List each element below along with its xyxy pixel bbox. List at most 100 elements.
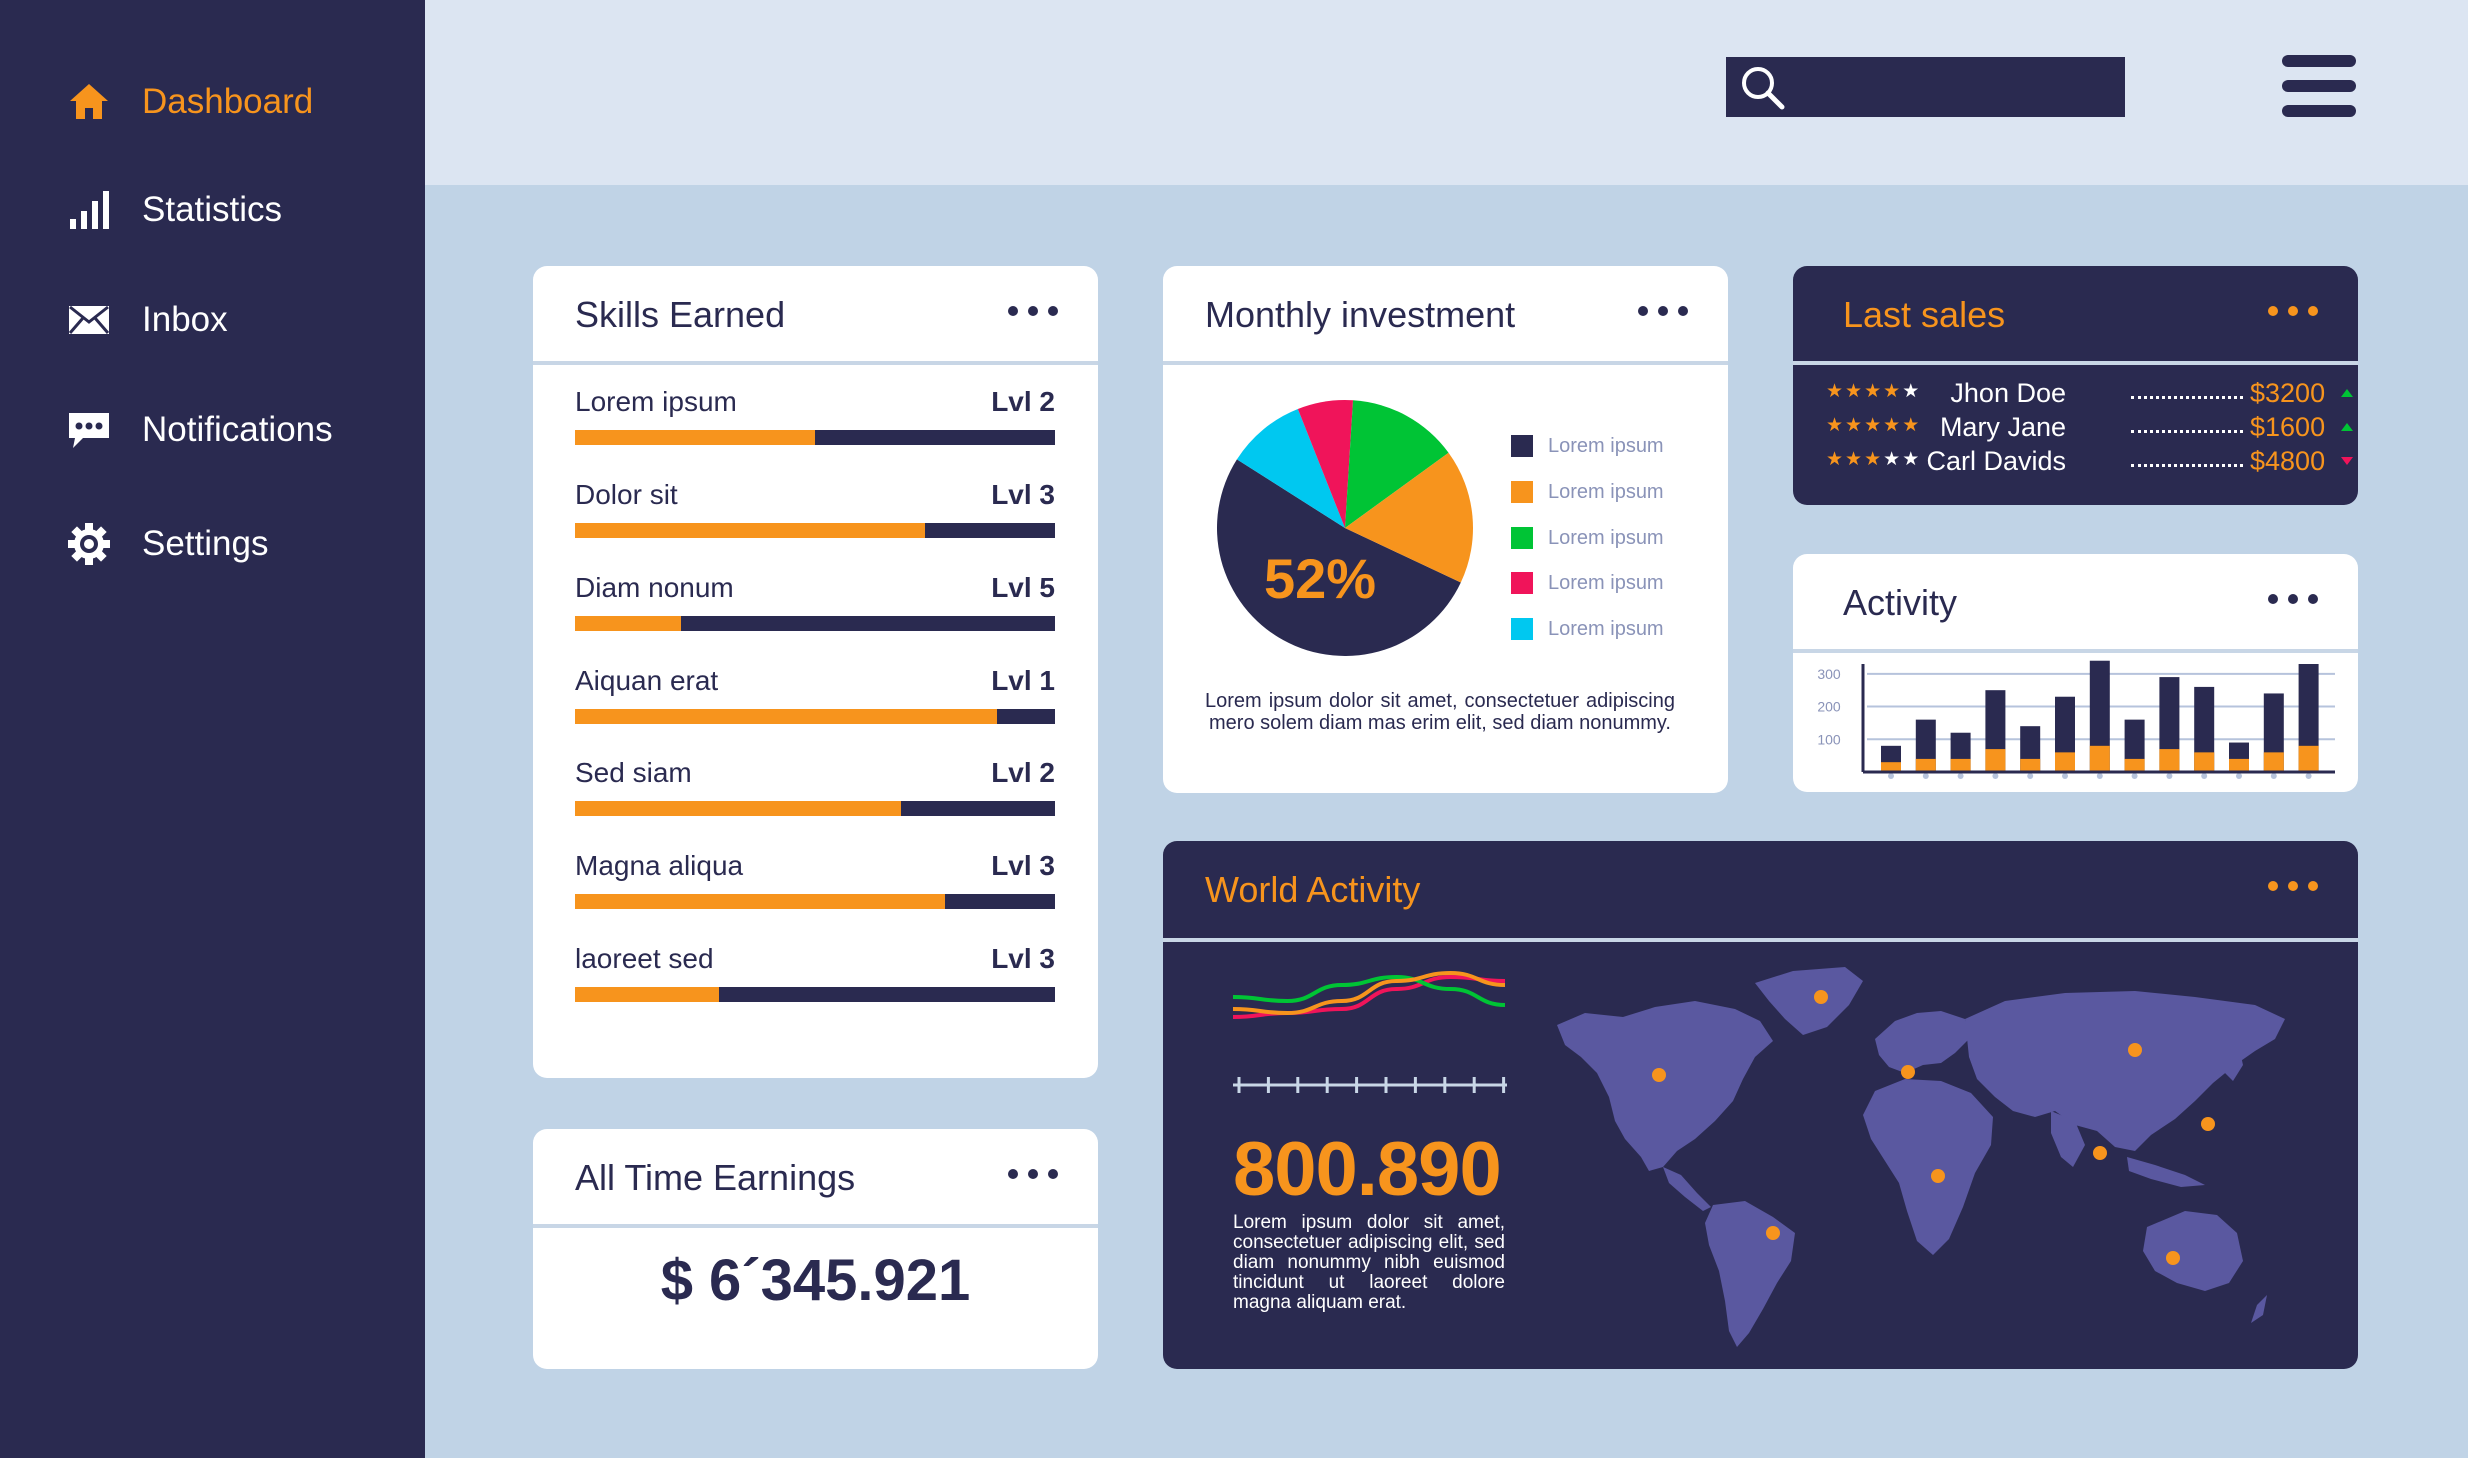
skill-name: Dolor sit <box>575 479 678 510</box>
hamburger-menu-icon[interactable] <box>2280 53 2358 119</box>
skill-progress-bar <box>575 616 1055 631</box>
legend-swatch <box>1511 481 1533 503</box>
chat-bubble-icon <box>66 407 112 453</box>
sidebar-item-label: Settings <box>142 524 269 563</box>
sale-amount: $1600 <box>2250 412 2326 442</box>
skill-name: Aiquan erat <box>575 665 719 696</box>
x-tick-mark <box>2305 773 2312 779</box>
card-title: Monthly investment <box>1205 294 1516 335</box>
earnings-card: All Time Earnings $ 6´345.921 <box>533 1129 1098 1369</box>
x-tick-mark <box>2201 773 2208 779</box>
y-tick-label: 300 <box>1817 666 1841 682</box>
activity-bar <box>2229 758 2249 772</box>
skill-name: Sed siam <box>575 757 692 788</box>
legend-swatch <box>1511 618 1533 640</box>
search-input[interactable] <box>1788 67 2125 107</box>
map-marker <box>2166 1251 2180 1265</box>
envelope-icon <box>66 297 112 343</box>
dotted-leader <box>2131 464 2243 467</box>
sidebar-item-label: Dashboard <box>142 82 314 121</box>
map-marker <box>2128 1043 2142 1057</box>
legend-label: Lorem ipsum <box>1548 571 1664 594</box>
skill-level: Lvl 3 <box>991 943 1055 974</box>
sidebar-item-settings[interactable]: Settings <box>66 514 268 574</box>
skill-level: Lvl 2 <box>991 757 1055 788</box>
sidebar-item-notifications[interactable]: Notifications <box>66 400 333 460</box>
skill-row: Diam nonum Lvl 5 <box>575 572 1055 632</box>
map-marker <box>1901 1065 1915 1079</box>
more-options-icon[interactable] <box>1008 296 1058 326</box>
map-marker <box>1766 1226 1780 1240</box>
search-icon[interactable] <box>1736 61 1788 113</box>
sidebar: Dashboard Statistics Inbox Notifications <box>0 0 425 1458</box>
sale-customer: Carl Davids <box>1926 446 2066 476</box>
legend-swatch <box>1511 572 1533 594</box>
sidebar-item-label: Inbox <box>142 300 228 339</box>
skill-row: Dolor sit Lvl 3 <box>575 479 1055 539</box>
sidebar-item-dashboard[interactable]: Dashboard <box>66 72 313 132</box>
legend-item: Lorem ipsum <box>1511 480 1664 504</box>
x-tick-mark <box>2270 773 2277 779</box>
x-tick-mark <box>1888 773 1894 779</box>
skill-row: Magna aliqua Lvl 3 <box>575 850 1055 910</box>
trend-down-icon <box>2341 457 2353 465</box>
sidebar-item-statistics[interactable]: Statistics <box>66 180 282 240</box>
legend-label: Lorem ipsum <box>1548 480 1664 503</box>
skill-name: Lorem ipsum <box>575 386 737 417</box>
skill-name: Diam nonum <box>575 572 734 603</box>
last-sales-card: Last sales ★★★★★ Jhon Doe $3200 ★★★★★ Ma… <box>1793 266 2358 505</box>
more-options-icon[interactable] <box>1638 296 1688 326</box>
bar-chart-icon <box>66 187 112 233</box>
skill-name: Magna aliqua <box>575 850 744 881</box>
activity-bar <box>2298 745 2319 772</box>
activity-bar <box>2159 749 2180 772</box>
map-marker <box>2201 1117 2215 1131</box>
y-tick-label: 100 <box>1817 731 1841 747</box>
home-icon <box>66 79 112 125</box>
activity-card: Activity 100 200 300 <box>1793 554 2358 792</box>
card-title: All Time Earnings <box>575 1157 856 1198</box>
trend-up-icon <box>2341 423 2353 431</box>
dotted-leader <box>2131 430 2243 433</box>
divider <box>1793 361 2358 365</box>
sidebar-item-label: Statistics <box>142 190 283 229</box>
skill-level: Lvl 5 <box>991 572 1055 603</box>
y-tick-label: 200 <box>1817 699 1841 715</box>
skill-row: Lorem ipsum Lvl 2 <box>575 386 1055 446</box>
top-bar <box>425 0 2468 185</box>
sale-customer: Mary Jane <box>1939 412 2066 442</box>
skill-level: Lvl 3 <box>991 479 1055 510</box>
legend-item: Lorem ipsum <box>1511 571 1664 595</box>
skill-progress-bar <box>575 430 1055 445</box>
map-land <box>1557 967 2285 1347</box>
more-options-icon[interactable] <box>1008 1159 1058 1189</box>
x-tick-mark <box>1957 773 1964 779</box>
rating-stars: ★★★★★ <box>1826 449 1922 470</box>
map-marker <box>1652 1068 1666 1082</box>
divider <box>533 1224 1098 1228</box>
card-title: Last sales <box>1843 294 2006 335</box>
skill-progress-bar <box>575 709 1055 724</box>
skill-progress-bar <box>575 801 1055 816</box>
search-bar[interactable] <box>1726 57 2125 117</box>
skill-level: Lvl 1 <box>991 665 1055 696</box>
legend-item: Lorem ipsum <box>1511 617 1664 641</box>
legend-label: Lorem ipsum <box>1548 617 1664 640</box>
activity-bar <box>1950 758 1971 772</box>
card-title: Activity <box>1843 582 1958 623</box>
more-options-icon[interactable] <box>2268 871 2318 901</box>
map-marker <box>2093 1146 2107 1160</box>
sidebar-item-inbox[interactable]: Inbox <box>66 290 228 350</box>
more-options-icon[interactable] <box>2268 584 2318 614</box>
divider <box>533 361 1098 365</box>
more-options-icon[interactable] <box>2268 296 2318 326</box>
activity-bar <box>2020 758 2041 772</box>
legend-swatch <box>1511 435 1533 457</box>
sale-amount: $3200 <box>2250 378 2326 408</box>
activity-bar <box>2089 745 2110 772</box>
sale-row: ★★★★★ Jhon Doe $3200 <box>1826 378 2353 410</box>
earnings-value: $ 6´345.921 <box>660 1248 971 1313</box>
activity-bar <box>1985 749 2006 772</box>
skill-level: Lvl 3 <box>991 850 1055 881</box>
sale-row: ★★★★★ Carl Davids $4800 <box>1826 446 2353 478</box>
